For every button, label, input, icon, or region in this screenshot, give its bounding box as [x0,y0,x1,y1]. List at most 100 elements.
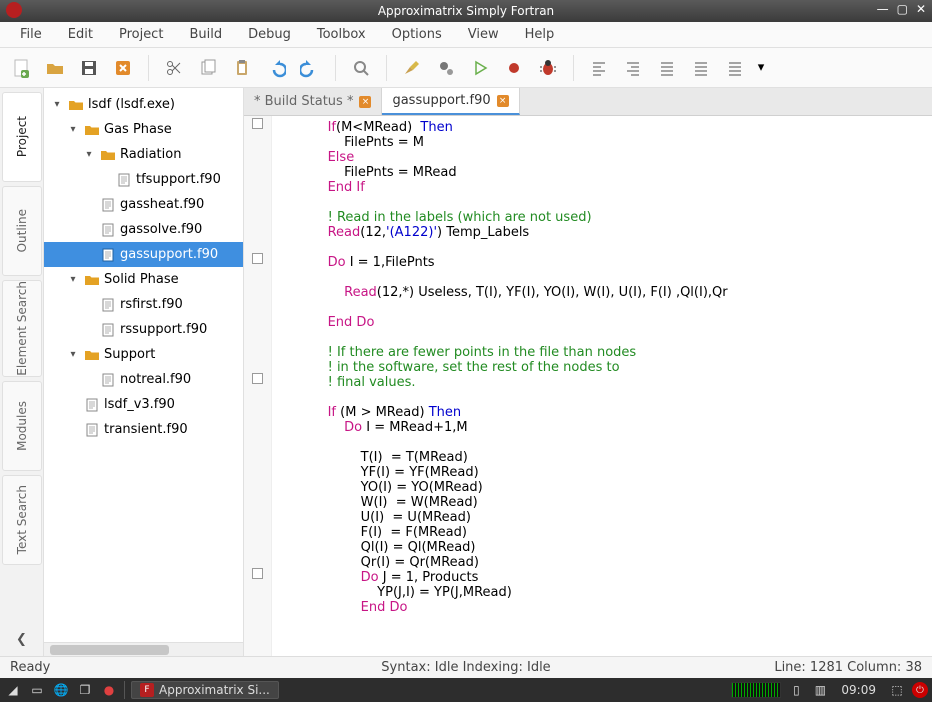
tree-folder[interactable]: ▾Gas Phase [44,117,243,142]
fold-toggle[interactable] [244,371,271,386]
tab-close-icon[interactable]: × [359,96,371,108]
perf-monitor[interactable] [731,682,781,698]
status-left: Ready [10,660,50,675]
tree-file[interactable]: lsdf_v3.f90 [44,392,243,417]
tree-label: Radiation [120,147,181,162]
tree-folder[interactable]: ▾lsdf (lsdf.exe) [44,92,243,117]
tree-label: Gas Phase [104,122,172,137]
menu-help[interactable]: Help [513,24,567,45]
toolbar-build-button[interactable] [431,53,461,83]
toolbar-close-button[interactable] [108,53,138,83]
toolbar-copy-button[interactable] [193,53,223,83]
menu-toolbox[interactable]: Toolbox [305,24,378,45]
fold-gutter[interactable] [244,116,272,656]
close-button[interactable]: ✕ [916,2,926,16]
toolbar-debug-button[interactable] [533,53,563,83]
toolbar-align1-button[interactable] [652,53,682,83]
app-icon [6,2,22,18]
tree-file[interactable]: notreal.f90 [44,367,243,392]
windows-icon[interactable]: ❐ [76,681,94,699]
tree-label: Support [104,347,155,362]
tree-folder[interactable]: ▾Radiation [44,142,243,167]
tray-app-icon[interactable]: ● [100,681,118,699]
editor-tab[interactable]: * Build Status *× [244,88,382,115]
taskbar: ◢ ▭ 🌐 ❐ ● F Approximatrix Si... ▯ ▥ 09:0… [0,678,932,702]
taskbar-window-label: Approximatrix Si... [159,683,270,697]
side-tab-project[interactable]: Project [2,92,42,182]
menu-view[interactable]: View [456,24,511,45]
tree-label: lsdf (lsdf.exe) [88,97,175,112]
toolbar-align2-button[interactable] [686,53,716,83]
statusbar: Ready Syntax: Idle Indexing: Idle Line: … [0,656,932,678]
project-panel: ▾lsdf (lsdf.exe)▾Gas Phase▾Radiation tfsu… [44,88,244,656]
tree-label: gassupport.f90 [120,247,218,262]
tree-file[interactable]: tfsupport.f90 [44,167,243,192]
tab-close-icon[interactable]: × [497,95,509,107]
status-right: Line: 1281 Column: 38 [774,660,922,675]
fold-toggle[interactable] [244,566,271,581]
toolbar-run-button[interactable] [465,53,495,83]
toolbar-undo-button[interactable] [261,53,291,83]
tree-label: rssupport.f90 [120,322,207,337]
sidebar-tabstrip: ProjectOutlineElement SearchModulesText … [0,88,44,656]
toolbar-align3-button[interactable] [720,53,750,83]
menu-project[interactable]: Project [107,24,175,45]
toolbar-indent-right-button[interactable] [618,53,648,83]
code-editor[interactable]: If(M<MRead) Then FilePnts = M Else FileP… [272,116,932,656]
tree-file[interactable]: rsfirst.f90 [44,292,243,317]
toolbar-record-button[interactable] [499,53,529,83]
fold-toggle[interactable] [244,116,271,131]
side-tab-modules[interactable]: Modules [2,381,42,471]
tree-file[interactable]: gassupport.f90 [44,242,243,267]
browser-icon[interactable]: 🌐 [52,681,70,699]
show-desktop-icon[interactable]: ▭ [28,681,46,699]
tree-file[interactable]: transient.f90 [44,417,243,442]
tree-folder[interactable]: ▾Support [44,342,243,367]
tree-label: rsfirst.f90 [120,297,183,312]
toolbar-cut-button[interactable] [159,53,189,83]
menu-debug[interactable]: Debug [236,24,303,45]
window-title: Approximatrix Simply Fortran [378,4,554,18]
menu-options[interactable]: Options [380,24,454,45]
toolbar-overflow-button[interactable]: ▾ [754,53,768,83]
clock[interactable]: 09:09 [835,683,882,697]
tree-label: lsdf_v3.f90 [104,397,175,412]
tree-file[interactable]: rssupport.f90 [44,317,243,342]
minimize-button[interactable]: — [877,2,889,16]
toolbar-paste-button[interactable] [227,53,257,83]
tray-icon-3[interactable]: ⬚ [888,681,906,699]
start-button[interactable]: ◢ [4,681,22,699]
horizontal-scrollbar[interactable] [44,642,243,656]
maximize-button[interactable]: ▢ [897,2,908,16]
toolbar-clean-button[interactable] [397,53,427,83]
tree-file[interactable]: gassheat.f90 [44,192,243,217]
power-button[interactable]: ⏻ [912,682,928,698]
menu-build[interactable]: Build [177,24,234,45]
collapse-sidebar-button[interactable]: ❮ [2,628,42,650]
editor-area: * Build Status *×gassupport.f90× If(M<MR… [244,88,932,656]
project-tree[interactable]: ▾lsdf (lsdf.exe)▾Gas Phase▾Radiation tfsu… [44,88,243,642]
side-tab-textsearch[interactable]: Text Search [2,475,42,565]
toolbar-new-button[interactable] [6,53,36,83]
tree-label: gassolve.f90 [120,222,202,237]
side-tab-elementsearch[interactable]: Element Search [2,280,42,377]
menu-edit[interactable]: Edit [56,24,105,45]
tray-icon-1[interactable]: ▯ [787,681,805,699]
tree-label: gassheat.f90 [120,197,204,212]
toolbar-indent-left-button[interactable] [584,53,614,83]
tree-folder[interactable]: ▾Solid Phase [44,267,243,292]
menu-file[interactable]: File [8,24,54,45]
toolbar-open-button[interactable] [40,53,70,83]
menubar: FileEditProjectBuildDebugToolboxOptionsV… [0,22,932,48]
fold-toggle[interactable] [244,251,271,266]
toolbar-find-button[interactable] [346,53,376,83]
tree-label: tfsupport.f90 [136,172,221,187]
tray-icon-2[interactable]: ▥ [811,681,829,699]
toolbar-redo-button[interactable] [295,53,325,83]
side-tab-outline[interactable]: Outline [2,186,42,276]
taskbar-window-button[interactable]: F Approximatrix Si... [131,681,279,699]
toolbar-save-button[interactable] [74,53,104,83]
editor-tab[interactable]: gassupport.f90× [382,88,519,115]
tree-file[interactable]: gassolve.f90 [44,217,243,242]
window-titlebar: Approximatrix Simply Fortran — ▢ ✕ [0,0,932,22]
